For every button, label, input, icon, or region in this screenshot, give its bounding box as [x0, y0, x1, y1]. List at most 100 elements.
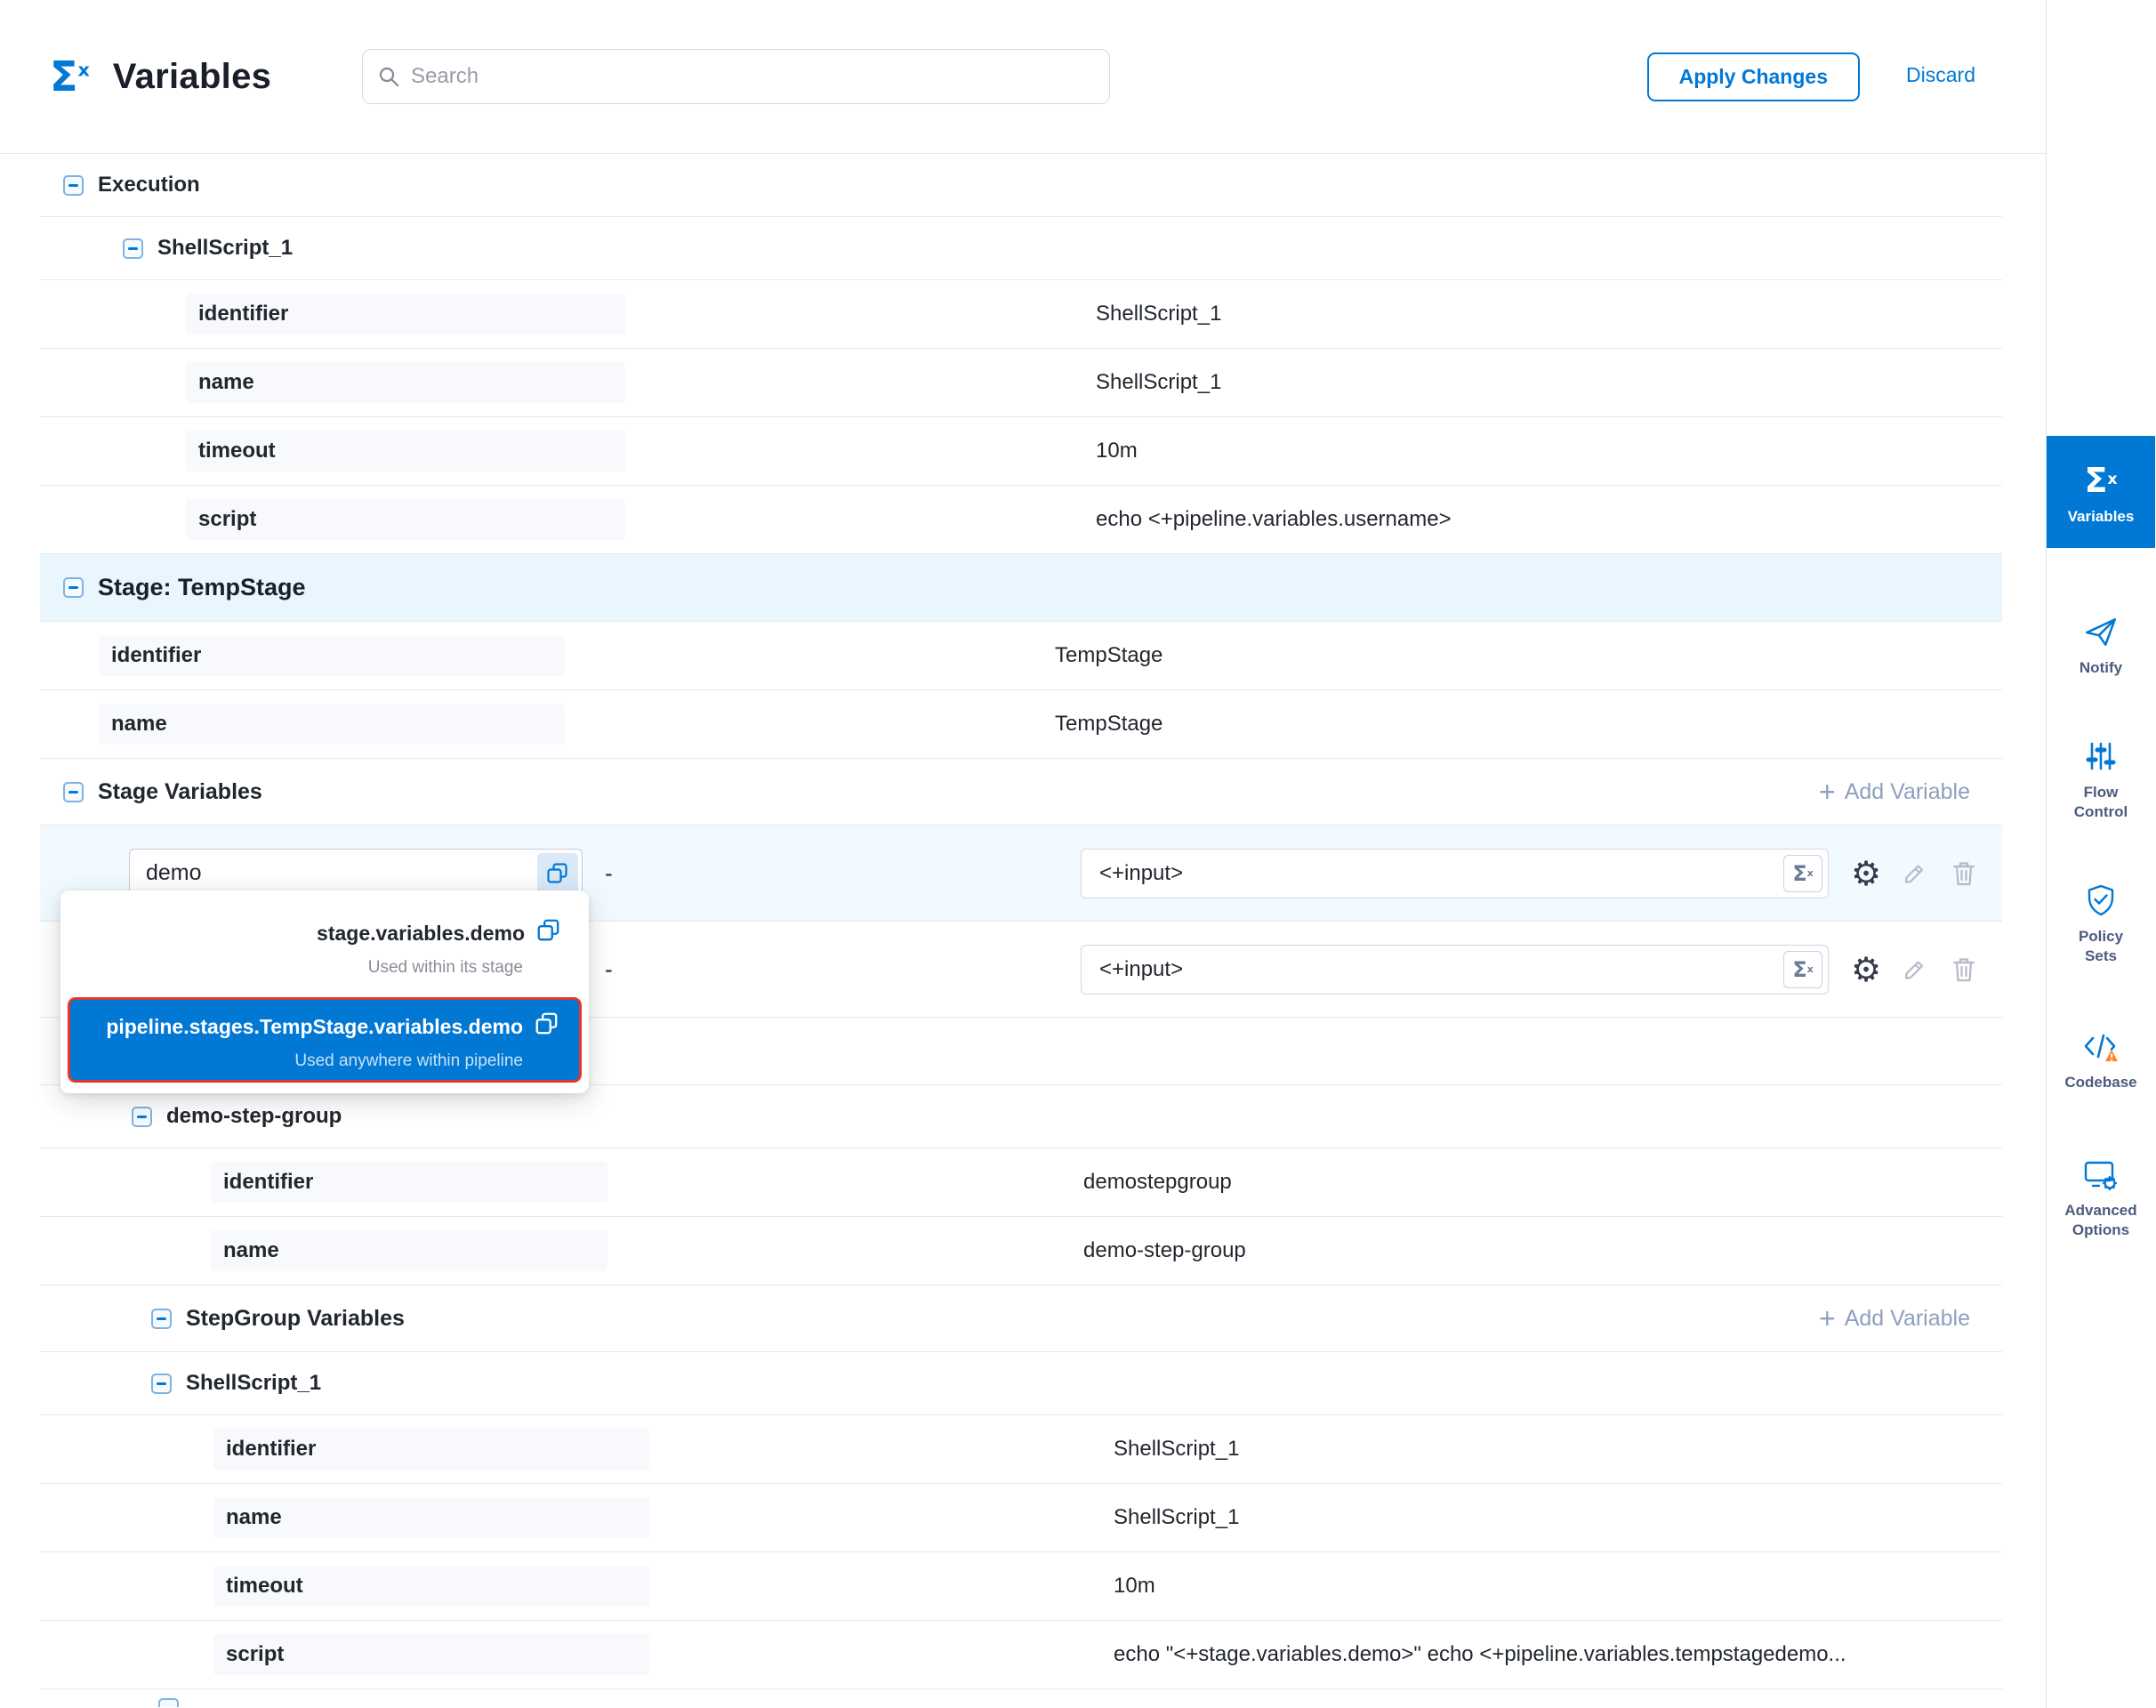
field-value: ShellScript_1: [1114, 1437, 1239, 1462]
tree-row-demo-step-group: demo-step-group: [40, 1085, 2002, 1148]
field-row-script: script echo "<+stage.variables.demo>" ec…: [40, 1621, 2002, 1689]
settings-gear-icon[interactable]: ⚙: [1846, 854, 1886, 893]
add-variable-button[interactable]: +Add Variable: [1819, 777, 1970, 806]
collapse-icon[interactable]: [63, 577, 84, 598]
search-box: [362, 49, 1110, 104]
collapse-icon[interactable]: [63, 175, 84, 196]
main-column: Σx Variables Apply Changes Discard Execu…: [0, 0, 2047, 1708]
field-row-timeout: timeout 10m: [40, 1552, 2002, 1621]
field-value: TempStage: [1055, 643, 1162, 668]
page-title: Variables: [113, 57, 271, 97]
section-row-stepgroup-variables: StepGroup Variables +Add Variable: [40, 1285, 2002, 1352]
variable-value-input[interactable]: <+input> Σx: [1081, 945, 1829, 995]
popup-option-pipeline-scope[interactable]: pipeline.stages.TempStage.variables.demo…: [68, 997, 582, 1083]
field-value: ShellScript_1: [1096, 302, 1221, 326]
collapse-icon[interactable]: [123, 238, 143, 259]
settings-gear-icon[interactable]: ⚙: [1846, 950, 1886, 989]
variables-tree: Execution ShellScript_1 identifier Shell…: [0, 154, 2046, 1707]
window-gear-icon: [2081, 1155, 2120, 1194]
sliders-icon: [2083, 737, 2119, 776]
variables-panel: Σx Variables Apply Changes Discard Execu…: [0, 0, 2156, 1708]
paper-plane-icon: [2082, 612, 2120, 651]
popup-option-text: stage.variables.demo: [317, 922, 525, 946]
section-label: StepGroup Variables: [186, 1306, 405, 1332]
tree-row-execution: Execution: [40, 154, 2002, 217]
collapse-icon[interactable]: [151, 1309, 172, 1329]
field-label: name: [211, 1230, 607, 1271]
sidebar-item-flow-control[interactable]: Flow Control: [2047, 731, 2155, 827]
sidebar-item-variables[interactable]: Σx Variables: [2047, 436, 2155, 548]
field-row-timeout: timeout 10m: [40, 417, 2002, 486]
field-value: echo <+pipeline.variables.username>: [1096, 507, 1452, 532]
field-value: 10m: [1114, 1574, 1155, 1599]
field-label: timeout: [213, 1566, 649, 1607]
sidebar-item-notify[interactable]: Notify: [2047, 607, 2155, 683]
field-label: script: [186, 499, 625, 540]
field-label: name: [99, 704, 565, 745]
apply-changes-button[interactable]: Apply Changes: [1647, 52, 1860, 101]
stage-header-row: Stage: TempStage: [40, 554, 2002, 622]
edit-pencil-icon[interactable]: [1895, 950, 1934, 989]
field-row-identifier: identifier demostepgroup: [40, 1148, 2002, 1217]
popup-option-stage-scope[interactable]: stage.variables.demo Used within its sta…: [66, 903, 583, 988]
field-value: ShellScript_1: [1096, 370, 1221, 395]
popup-option-text: pipeline.stages.TempStage.variables.demo: [106, 1015, 523, 1039]
tree-label: ShellScript_1: [186, 1371, 321, 1396]
copy-icon[interactable]: [537, 853, 578, 894]
sidebar-item-codebase[interactable]: Codebase: [2047, 1021, 2155, 1098]
popup-option-subtext: Used within its stage: [87, 958, 562, 978]
field-row-name: name ShellScript_1: [40, 1484, 2002, 1552]
field-row-name: name ShellScript_1: [40, 349, 2002, 417]
collapse-icon[interactable]: [158, 1698, 179, 1707]
field-row-identifier: identifier TempStage: [40, 622, 2002, 690]
collapse-icon[interactable]: [151, 1374, 172, 1394]
edit-pencil-icon[interactable]: [1895, 854, 1934, 893]
header: Σx Variables Apply Changes Discard: [0, 0, 2046, 154]
field-row-identifier: identifier ShellScript_1: [40, 1415, 2002, 1484]
delete-trash-icon[interactable]: [1944, 950, 1983, 989]
section-row-stage-variables: Stage Variables +Add Variable: [40, 759, 2002, 826]
separator-dash: -: [605, 955, 613, 983]
plus-icon: +: [1819, 1304, 1836, 1333]
sidebar-item-policy-sets[interactable]: Policy Sets: [2047, 875, 2155, 971]
variable-value-input[interactable]: <+input> Σx: [1081, 849, 1829, 898]
add-variable-button[interactable]: +Add Variable: [1819, 1304, 1970, 1333]
runtime-input-sigma-icon[interactable]: Σx: [1783, 951, 1822, 988]
popup-option-subtext: Used anywhere within pipeline: [89, 1051, 560, 1071]
field-row-name: name demo-step-group: [40, 1217, 2002, 1285]
partial-row: [40, 1689, 2002, 1707]
shield-check-icon: [2083, 881, 2119, 920]
tree-label: Execution: [98, 173, 200, 197]
collapse-icon[interactable]: [132, 1107, 152, 1127]
search-input[interactable]: [411, 64, 1109, 89]
sidebar-item-advanced-options[interactable]: Advanced Options: [2047, 1149, 2155, 1245]
discard-button[interactable]: Discard: [1906, 63, 1975, 87]
field-label: name: [213, 1497, 649, 1538]
plus-icon: +: [1819, 777, 1836, 806]
tree-label: demo-step-group: [166, 1104, 342, 1129]
field-value: ShellScript_1: [1114, 1505, 1239, 1530]
field-label: timeout: [186, 431, 625, 471]
sigma-x-icon: Σx: [50, 56, 90, 97]
field-row-script: script echo <+pipeline.variables.usernam…: [40, 486, 2002, 554]
field-value: echo "<+stage.variables.demo>" echo <+pi…: [1114, 1642, 1846, 1667]
stage-title: Stage: TempStage: [98, 574, 306, 601]
separator-dash: -: [605, 859, 613, 887]
field-label: identifier: [213, 1429, 649, 1470]
right-sidebar: Σx Variables Notify Flow Control Policy …: [2047, 0, 2155, 1708]
variable-path-popup: stage.variables.demo Used within its sta…: [60, 890, 589, 1093]
delete-trash-icon[interactable]: [1944, 854, 1983, 893]
copy-icon[interactable]: [535, 917, 562, 949]
field-value: 10m: [1096, 439, 1138, 463]
field-label: identifier: [186, 294, 625, 334]
field-value: TempStage: [1055, 712, 1162, 737]
field-row-identifier: identifier ShellScript_1: [40, 280, 2002, 349]
field-row-name: name TempStage: [40, 690, 2002, 759]
tree-label: ShellScript_1: [157, 236, 293, 261]
field-value: demostepgroup: [1083, 1170, 1232, 1195]
tree-row-shellscript: ShellScript_1: [40, 1352, 2002, 1415]
runtime-input-sigma-icon[interactable]: Σx: [1783, 855, 1822, 892]
collapse-icon[interactable]: [63, 782, 84, 802]
field-label: identifier: [99, 635, 565, 676]
copy-icon[interactable]: [534, 1011, 560, 1043]
